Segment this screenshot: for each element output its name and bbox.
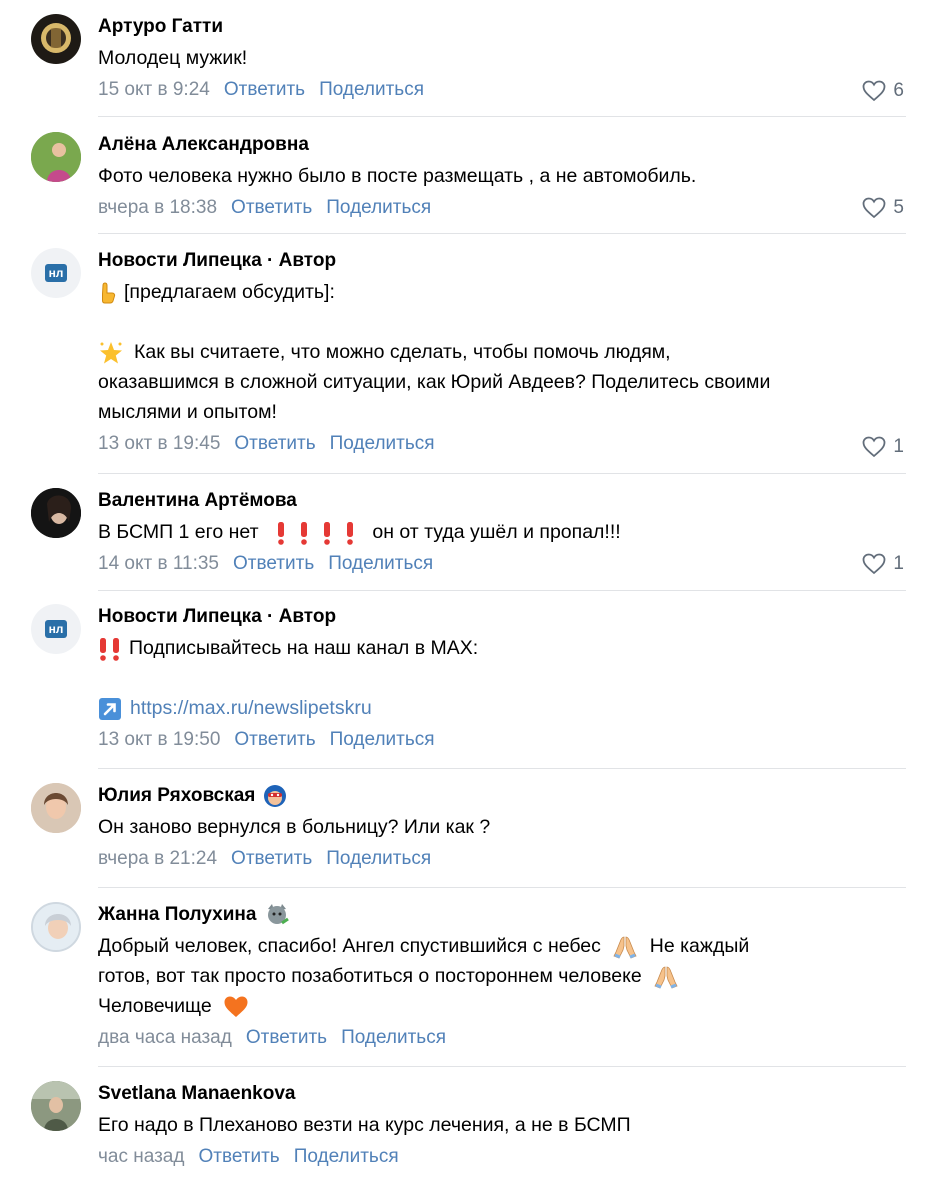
avatar[interactable]: нл [31,248,81,298]
like-button[interactable]: 1 [862,436,904,458]
comment-meta: вчера в 21:24 Ответить Поделиться [98,848,908,870]
brand-logo: нл [44,264,68,282]
share-button[interactable]: Поделиться [330,433,435,455]
cat-sticker-badge-icon [264,903,290,927]
comment-date[interactable]: час назад [98,1146,184,1168]
comment-text: [предлагаем обсудить]: Как вы считаете, … [98,281,771,423]
comment-text: Фото человека нужно было в посте размеща… [98,165,697,187]
share-button[interactable]: Поделиться [326,197,431,219]
brand-logo: нл [44,620,68,638]
comment-meta: 13 окт в 19:45 Ответить Поделиться [98,433,908,455]
divider [98,1066,906,1067]
orange-heart-emoji [224,996,248,1017]
reply-button[interactable]: Ответить [198,1146,279,1168]
divider [98,887,906,888]
reply-button[interactable]: Ответить [234,729,315,751]
avatar[interactable] [31,132,81,182]
comment-date[interactable]: 13 окт в 19:45 [98,433,220,455]
divider [98,590,906,591]
divider [98,116,906,117]
avatar[interactable] [31,488,81,538]
share-button[interactable]: Поделиться [319,79,424,101]
praying-hands-emoji [613,936,637,959]
divider [98,768,906,769]
like-count: 5 [893,197,904,218]
comment-text: В БСМП 1 его нет он от туда ушёл и пропа… [98,521,621,545]
comment-author[interactable]: Svetlana Manaenkova [98,1083,908,1105]
comment-text: Он заново вернулся в больницу? Или как ? [98,816,491,838]
comment-meta: 13 окт в 19:50 Ответить Поделиться [98,729,908,751]
heart-outline-icon [863,436,886,458]
share-button[interactable]: Поделиться [326,848,431,870]
comment-author[interactable]: Новости Липецка · Автор [98,606,908,628]
share-button[interactable]: Поделиться [341,1027,446,1049]
avatar[interactable] [31,783,81,833]
red-exclamation-emoji [276,521,355,545]
comment-date[interactable]: два часа назад [98,1027,232,1049]
comment-text: Его надо в Плеханово везти на курс лечен… [98,1114,631,1136]
like-count: 1 [893,553,904,574]
comment-author[interactable]: Алёна Александровна [98,134,908,156]
avatar[interactable] [31,14,81,64]
comment-date[interactable]: 13 окт в 19:50 [98,729,220,751]
comment-author[interactable]: Артуро Гатти [98,16,908,38]
like-button[interactable]: 1 [862,553,904,575]
avatar[interactable] [31,902,81,952]
comment-author[interactable]: Жанна Полухина [98,904,908,926]
reply-button[interactable]: Ответить [234,433,315,455]
comment-author[interactable]: Валентина Артёмова [98,490,908,512]
reply-button[interactable]: Ответить [231,197,312,219]
comment-date[interactable]: вчера в 21:24 [98,848,217,870]
pointing-hand-emoji [102,282,116,304]
comment-date[interactable]: 15 окт в 9:24 [98,79,210,101]
channel-link[interactable]: https://max.ru/newslipetskru [130,697,372,719]
comment-text: Добрый человек, спасибо! Ангел спустивши… [98,935,750,1017]
reply-button[interactable]: Ответить [231,848,312,870]
share-button[interactable]: Поделиться [330,729,435,751]
heart-outline-icon [863,197,886,219]
comment-meta: вчера в 18:38 Ответить Поделиться [98,197,908,219]
praying-hands-emoji [654,966,678,989]
like-count: 1 [893,436,904,457]
reply-button[interactable]: Ответить [224,79,305,101]
up-right-arrow-emoji [99,697,121,720]
reply-button[interactable]: Ответить [233,553,314,575]
avatar[interactable] [31,1081,81,1131]
share-button[interactable]: Поделиться [294,1146,399,1168]
like-count: 6 [893,80,904,101]
like-button[interactable]: 5 [862,197,904,219]
red-exclamation-emoji [98,637,121,661]
comment-meta: 14 окт в 11:35 Ответить Поделиться [98,553,908,575]
comment-text: Подписывайтесь на наш канал в MAX: https… [98,633,908,723]
masked-superhero-badge-icon [263,784,287,808]
heart-outline-icon [863,80,886,102]
share-button[interactable]: Поделиться [328,553,433,575]
comment-meta: час назад Ответить Поделиться [98,1146,908,1168]
glowing-star-emoji [100,341,122,364]
comment-author[interactable]: Юлия Ряховская [98,785,908,807]
comment-author[interactable]: Новости Липецка · Автор [98,250,908,272]
like-button[interactable]: 6 [862,80,904,102]
comment-date[interactable]: вчера в 18:38 [98,197,217,219]
avatar[interactable]: нл [31,604,81,654]
divider [98,233,906,234]
divider [98,473,906,474]
comment-meta: 15 окт в 9:24 Ответить Поделиться [98,79,908,101]
comment-text: Молодец мужик! [98,47,248,69]
comment-meta: два часа назад Ответить Поделиться [98,1027,908,1049]
heart-outline-icon [863,553,886,575]
comment-date[interactable]: 14 окт в 11:35 [98,553,219,575]
reply-button[interactable]: Ответить [246,1027,327,1049]
